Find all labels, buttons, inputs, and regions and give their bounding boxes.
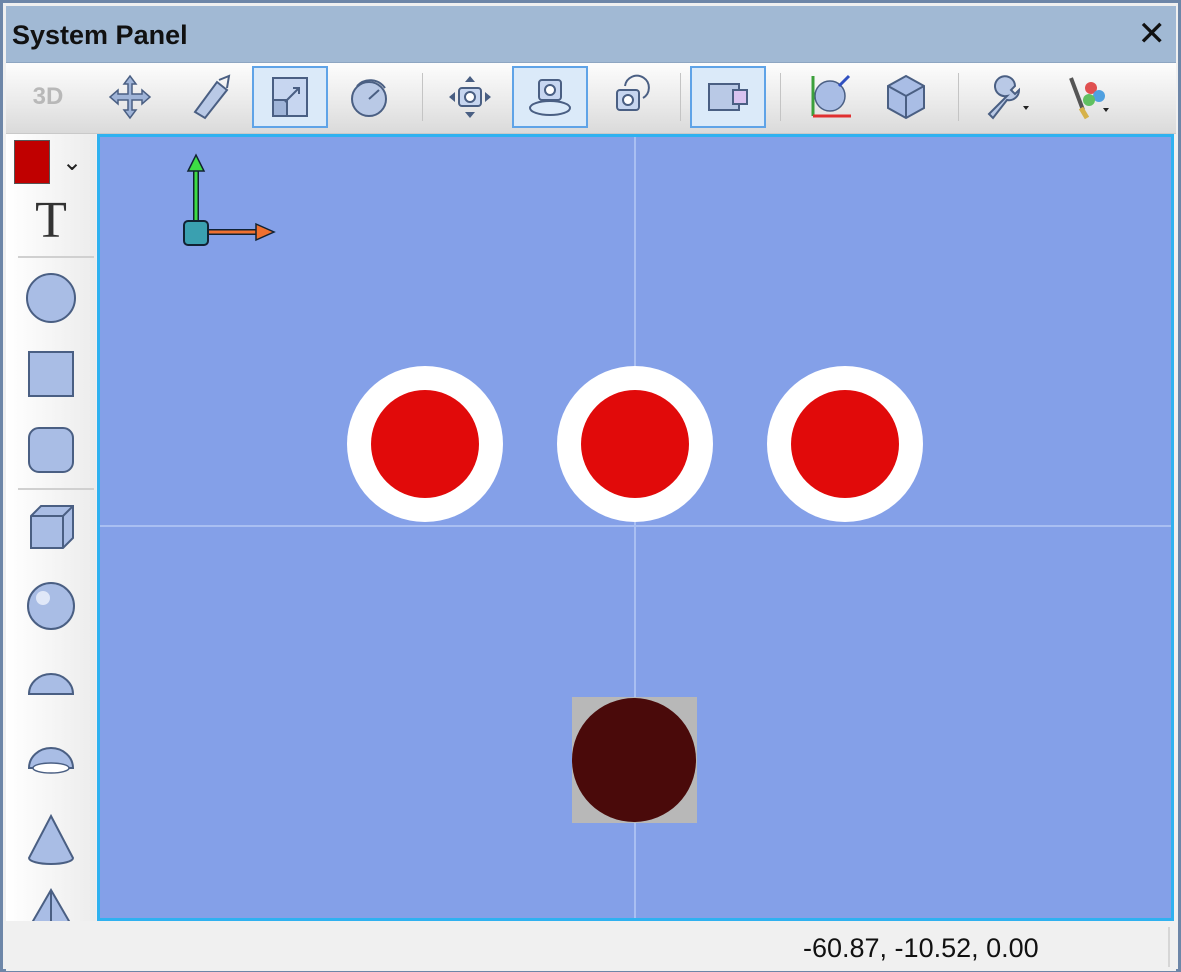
dark-sphere-object[interactable] — [572, 697, 697, 823]
toolbar-separator — [780, 73, 781, 121]
rounded-square-tool-button[interactable] — [16, 418, 86, 482]
rotate-camera-button[interactable] — [592, 66, 668, 128]
cube-shade-button[interactable] — [868, 66, 944, 128]
scale-tool-button[interactable] — [252, 66, 328, 128]
close-icon[interactable]: ✕ — [1138, 16, 1167, 52]
paint-palette-icon — [1069, 77, 1109, 120]
title-bar: System Panel ✕ — [6, 6, 1176, 63]
cone-tool-button[interactable] — [16, 808, 86, 872]
chevron-down-icon[interactable]: ⌄ — [62, 148, 82, 177]
window-title: System Panel — [12, 20, 188, 50]
bowl-icon — [27, 747, 75, 774]
toolbar-separator — [680, 73, 681, 121]
axes-sphere-button[interactable] — [790, 66, 866, 128]
cursor-coordinates: -60.87, -10.52, 0.00 — [803, 933, 1039, 963]
cone-icon — [27, 813, 75, 865]
cube-icon — [30, 505, 74, 549]
wrench-icon — [987, 75, 1029, 120]
rotate-tool-button[interactable] — [332, 66, 408, 128]
toolbar-separator — [422, 73, 423, 121]
hemisphere-icon — [27, 673, 75, 695]
settings-wrench-button[interactable] — [968, 66, 1044, 128]
toolbar-separator — [958, 73, 959, 121]
ring-button-1[interactable] — [347, 366, 503, 522]
rotate-icon — [351, 79, 387, 117]
view-mode-icon — [708, 83, 748, 111]
toolbar: 3D — [6, 63, 1176, 134]
axes-sphere-icon — [811, 74, 851, 118]
mode-3d-label: 3D — [32, 83, 64, 110]
sidebar-separator — [18, 488, 94, 490]
pyramid-icon — [31, 888, 71, 921]
viewport-canvas[interactable] — [100, 137, 1171, 918]
status-bar: -60.87, -10.52, 0.00 — [6, 921, 1176, 971]
rotate-camera-icon — [616, 74, 650, 111]
status-divider — [1168, 927, 1170, 967]
square-tool-button[interactable] — [16, 342, 86, 406]
paint-palette-button[interactable] — [1048, 66, 1124, 128]
pyramid-tool-button[interactable] — [16, 882, 86, 921]
move-tool-button[interactable] — [92, 66, 168, 128]
rounded-square-icon — [28, 427, 74, 473]
color-swatch[interactable] — [14, 140, 50, 184]
ring-button-3[interactable] — [767, 366, 923, 522]
extrude-tool-button[interactable] — [172, 66, 248, 128]
sphere-tool-button[interactable] — [16, 574, 86, 638]
circle-icon — [26, 273, 76, 323]
square-icon — [28, 351, 74, 397]
orbit-camera-icon — [529, 79, 571, 116]
orbit-camera-button[interactable] — [512, 66, 588, 128]
ring-button-2[interactable] — [557, 366, 713, 522]
move-icon — [108, 74, 152, 120]
cube-shade-icon — [887, 74, 925, 120]
pan-camera-icon — [449, 76, 491, 118]
axis-gizmo[interactable] — [183, 153, 276, 246]
shape-sidebar: ⌄ T — [6, 134, 96, 921]
bowl-tool-button[interactable] — [16, 730, 86, 794]
circle-tool-button[interactable] — [16, 266, 86, 330]
3d-viewport[interactable] — [97, 134, 1174, 921]
extrude-icon — [193, 74, 231, 120]
sphere-icon — [27, 582, 75, 630]
sidebar-separator — [18, 256, 94, 258]
cube-tool-button[interactable] — [16, 496, 86, 560]
scale-icon — [272, 77, 308, 117]
view-mode-button[interactable] — [690, 66, 766, 128]
pan-camera-button[interactable] — [432, 66, 508, 128]
system-panel-window: System Panel ✕ 3D ⌄ T -60.87, -10.52, 0.… — [0, 0, 1181, 972]
text-tool-button[interactable]: T — [16, 188, 86, 252]
mode-3d-button[interactable]: 3D — [10, 66, 86, 128]
hemisphere-tool-button[interactable] — [16, 652, 86, 716]
